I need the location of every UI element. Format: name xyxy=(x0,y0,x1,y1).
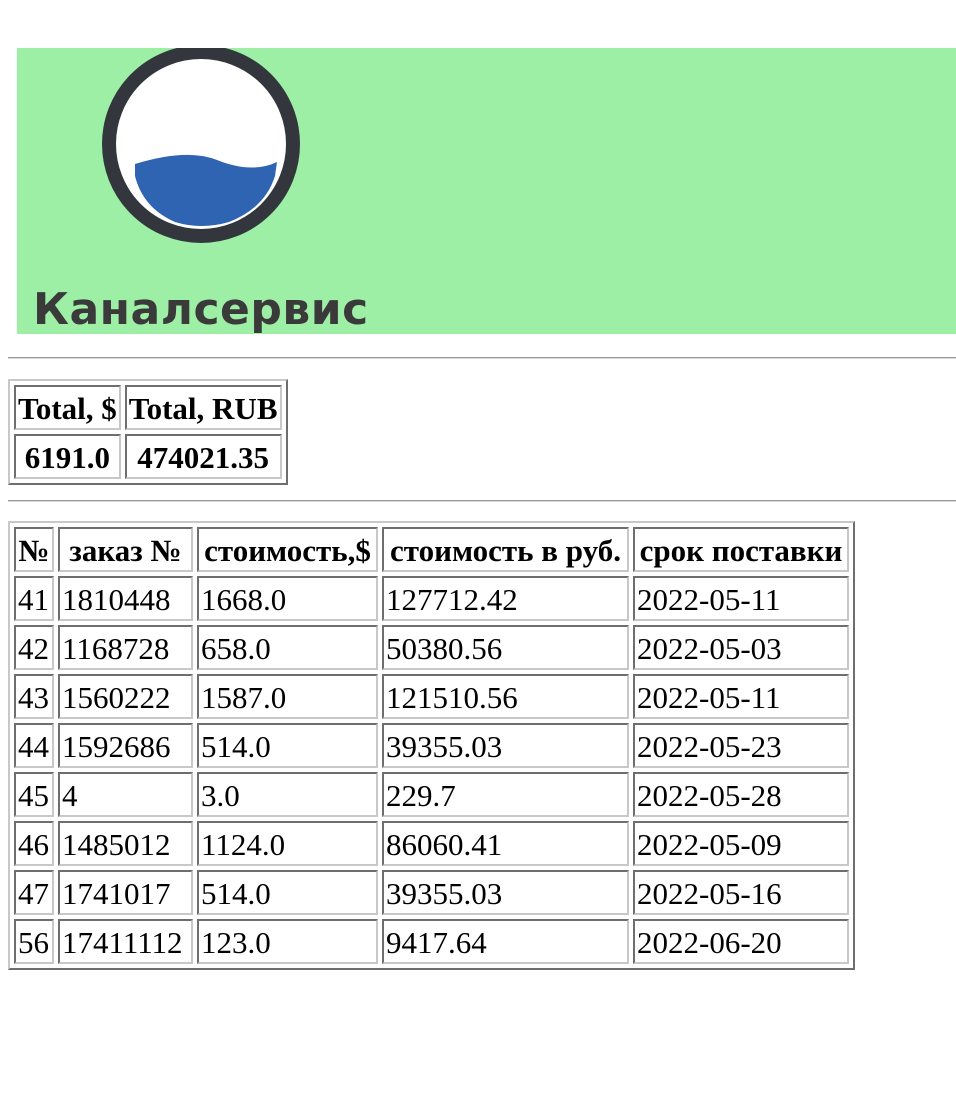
cell-cost-rub: 9417.64 xyxy=(382,919,629,964)
cell-number: 41 xyxy=(14,576,54,621)
cell-cost-rub: 39355.03 xyxy=(382,723,629,768)
divider xyxy=(8,357,956,359)
cell-number: 46 xyxy=(14,821,54,866)
cell-cost-usd: 1587.0 xyxy=(197,674,378,719)
cell-delivery-date: 2022-05-11 xyxy=(633,674,849,719)
cell-delivery-date: 2022-06-20 xyxy=(633,919,849,964)
orders-table: № заказ № стоимость,$ стоимость в руб. с… xyxy=(8,521,855,970)
cell-order: 17411112 xyxy=(58,919,193,964)
cell-cost-usd: 3.0 xyxy=(197,772,378,817)
column-header-cost-usd: стоимость,$ xyxy=(197,527,378,572)
cell-order: 1741017 xyxy=(58,870,193,915)
total-rub-header: Total, RUB xyxy=(124,385,282,430)
cell-cost-rub: 229.7 xyxy=(382,772,629,817)
cell-number: 45 xyxy=(14,772,54,817)
cell-delivery-date: 2022-05-23 xyxy=(633,723,849,768)
cell-number: 47 xyxy=(14,870,54,915)
orders-header-row: № заказ № стоимость,$ стоимость в руб. с… xyxy=(14,527,849,572)
column-header-order: заказ № xyxy=(58,527,193,572)
table-row: 56 17411112 123.0 9417.64 2022-06-20 xyxy=(14,919,849,964)
cell-cost-rub: 121510.56 xyxy=(382,674,629,719)
divider xyxy=(8,500,956,502)
total-rub-value: 474021.35 xyxy=(124,434,282,479)
brand-banner: Каналсервис xyxy=(17,48,956,334)
totals-header-row: Total, $ Total, RUB xyxy=(14,385,282,430)
column-header-cost-rub: стоимость в руб. xyxy=(382,527,629,572)
cell-cost-usd: 1668.0 xyxy=(197,576,378,621)
table-row: 46 1485012 1124.0 86060.41 2022-05-09 xyxy=(14,821,849,866)
cell-number: 44 xyxy=(14,723,54,768)
cell-order: 1168728 xyxy=(58,625,193,670)
table-row: 41 1810448 1668.0 127712.42 2022-05-11 xyxy=(14,576,849,621)
totals-table: Total, $ Total, RUB 6191.0 474021.35 xyxy=(8,379,288,485)
brand-name: Каналсервис xyxy=(33,284,369,334)
cell-number: 42 xyxy=(14,625,54,670)
cell-delivery-date: 2022-05-09 xyxy=(633,821,849,866)
table-row: 43 1560222 1587.0 121510.56 2022-05-11 xyxy=(14,674,849,719)
cell-order: 4 xyxy=(58,772,193,817)
cell-cost-rub: 50380.56 xyxy=(382,625,629,670)
cell-order: 1560222 xyxy=(58,674,193,719)
cell-cost-usd: 658.0 xyxy=(197,625,378,670)
total-usd-value: 6191.0 xyxy=(14,434,121,479)
cell-cost-usd: 514.0 xyxy=(197,870,378,915)
cell-delivery-date: 2022-05-11 xyxy=(633,576,849,621)
cell-cost-usd: 123.0 xyxy=(197,919,378,964)
cell-delivery-date: 2022-05-28 xyxy=(633,772,849,817)
cell-order: 1592686 xyxy=(58,723,193,768)
cell-order: 1485012 xyxy=(58,821,193,866)
table-row: 42 1168728 658.0 50380.56 2022-05-03 xyxy=(14,625,849,670)
cell-cost-rub: 39355.03 xyxy=(382,870,629,915)
totals-value-row: 6191.0 474021.35 xyxy=(14,434,282,479)
cell-cost-usd: 514.0 xyxy=(197,723,378,768)
cell-delivery-date: 2022-05-03 xyxy=(633,625,849,670)
cell-number: 43 xyxy=(14,674,54,719)
cell-delivery-date: 2022-05-16 xyxy=(633,870,849,915)
column-header-delivery-date: срок поставки xyxy=(633,527,849,572)
table-row: 44 1592686 514.0 39355.03 2022-05-23 xyxy=(14,723,849,768)
total-usd-header: Total, $ xyxy=(14,385,121,430)
table-row: 47 1741017 514.0 39355.03 2022-05-16 xyxy=(14,870,849,915)
cell-number: 56 xyxy=(14,919,54,964)
cell-cost-usd: 1124.0 xyxy=(197,821,378,866)
cell-order: 1810448 xyxy=(58,576,193,621)
table-row: 45 4 3.0 229.7 2022-05-28 xyxy=(14,772,849,817)
column-header-number: № xyxy=(14,527,54,572)
cell-cost-rub: 86060.41 xyxy=(382,821,629,866)
cell-cost-rub: 127712.42 xyxy=(382,576,629,621)
